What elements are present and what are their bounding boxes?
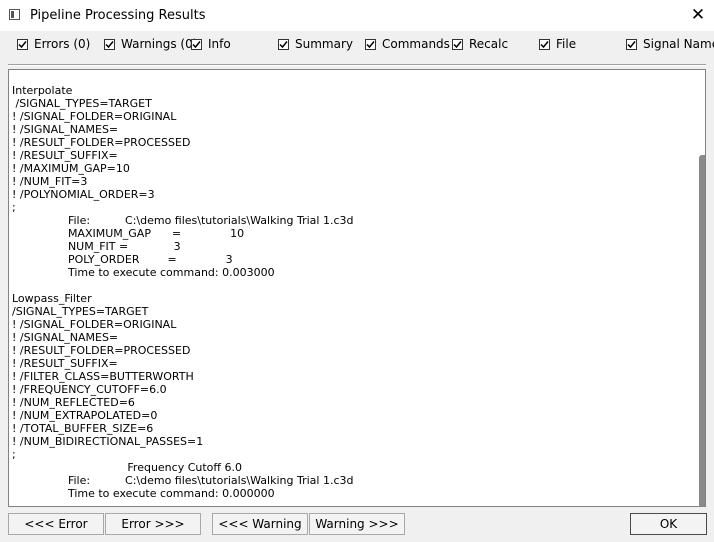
log-line: ! /SIGNAL_FOLDER=ORIGINAL: [12, 110, 177, 123]
commands-checkbox[interactable]: Commands: [365, 37, 450, 51]
log-line: Frequency Cutoff 6.0: [12, 461, 242, 474]
log-line: Time to execute command: 0.003000: [12, 266, 275, 279]
app-window-icon: [9, 9, 20, 20]
log-line: /SIGNAL_TYPES=TARGET: [12, 305, 149, 318]
info-label: Info: [208, 37, 231, 51]
log-line: ! /MAXIMUM_GAP=10: [12, 162, 130, 175]
checkbox-box[interactable]: [626, 38, 637, 50]
recalc-label: Recalc: [469, 37, 509, 51]
warnings-label: Warnings (0): [121, 37, 198, 51]
log-line: ! /FREQUENCY_CUTOFF=6.0: [12, 383, 167, 396]
log-line: Lowpass_Filter: [12, 292, 92, 305]
checkbox-box[interactable]: [191, 38, 202, 50]
log-line: POLY_ORDER = 3: [12, 253, 233, 266]
title-bar: Pipeline Processing Results ✕: [0, 0, 714, 31]
log-line: ! /FILTER_CLASS=BUTTERWORTH: [12, 370, 194, 383]
commands-label: Commands: [382, 37, 450, 51]
checkbox-box[interactable]: [539, 38, 550, 50]
checkbox-box[interactable]: [365, 38, 376, 50]
errors-checkbox[interactable]: Errors (0): [17, 37, 90, 51]
log-text: Interpolate /SIGNAL_TYPES=TARGET! /SIGNA…: [12, 84, 353, 500]
info-checkbox[interactable]: Info: [191, 37, 231, 51]
log-line: ! /NUM_REFLECTED=6: [12, 396, 135, 409]
log-line: /SIGNAL_TYPES=TARGET: [12, 97, 152, 110]
close-icon[interactable]: ✕: [686, 4, 710, 26]
log-line: ! /POLYNOMIAL_ORDER=3: [12, 188, 155, 201]
file-checkbox[interactable]: File: [539, 37, 576, 51]
checkbox-box[interactable]: [452, 38, 463, 50]
log-line: File: C:\demo files\tutorials\Walking Tr…: [12, 214, 354, 227]
next-error-button[interactable]: Error >>>: [105, 513, 201, 535]
log-line: ! /SIGNAL_FOLDER=ORIGINAL: [12, 318, 177, 331]
file-label: File: [556, 37, 577, 51]
log-line: Interpolate: [12, 84, 73, 97]
log-line: ! /RESULT_SUFFIX=: [12, 357, 118, 370]
log-line: ! /NUM_EXTRAPOLATED=0: [12, 409, 158, 422]
prev-warning-button[interactable]: <<< Warning: [212, 513, 308, 535]
log-line: NUM_FIT = 3: [12, 240, 181, 253]
window-title: Pipeline Processing Results: [30, 8, 206, 23]
log-line: ! /SIGNAL_NAMES=: [12, 331, 119, 344]
warnings-checkbox[interactable]: Warnings (0): [104, 37, 197, 51]
signal-names-checkbox[interactable]: Signal Names: [626, 37, 714, 51]
next-warning-button[interactable]: Warning >>>: [309, 513, 405, 535]
log-line: ! /RESULT_FOLDER=PROCESSED: [12, 136, 191, 149]
checkbox-box[interactable]: [17, 38, 28, 50]
log-line: ! /TOTAL_BUFFER_SIZE=6: [12, 422, 154, 435]
summary-checkbox[interactable]: Summary: [278, 37, 353, 51]
checkbox-box[interactable]: [104, 38, 115, 50]
signal-names-label: Signal Names: [643, 37, 714, 51]
log-line: MAXIMUM_GAP = 10: [12, 227, 245, 240]
log-line: ! /NUM_BIDIRECTIONAL_PASSES=1: [12, 435, 204, 448]
prev-error-button[interactable]: <<< Error: [8, 513, 104, 535]
errors-label: Errors (0): [34, 37, 91, 51]
log-line: ! /RESULT_FOLDER=PROCESSED: [12, 344, 191, 357]
ok-button[interactable]: OK: [630, 513, 707, 535]
results-log[interactable]: Interpolate /SIGNAL_TYPES=TARGET! /SIGNA…: [8, 69, 706, 507]
log-line: File: C:\demo files\tutorials\Walking Tr…: [12, 474, 354, 487]
separator: [8, 64, 706, 66]
log-line: ! /SIGNAL_NAMES=: [12, 123, 119, 136]
log-line: ! /NUM_FIT=3: [12, 175, 88, 188]
log-line: ! /RESULT_SUFFIX=: [12, 149, 118, 162]
log-line: ;: [12, 201, 16, 214]
log-line: Time to execute command: 0.000000: [12, 487, 275, 500]
recalc-checkbox[interactable]: Recalc: [452, 37, 508, 51]
vertical-scrollbar[interactable]: [699, 155, 705, 506]
log-line: ;: [12, 448, 16, 461]
checkbox-box[interactable]: [278, 38, 289, 50]
summary-label: Summary: [295, 37, 353, 51]
